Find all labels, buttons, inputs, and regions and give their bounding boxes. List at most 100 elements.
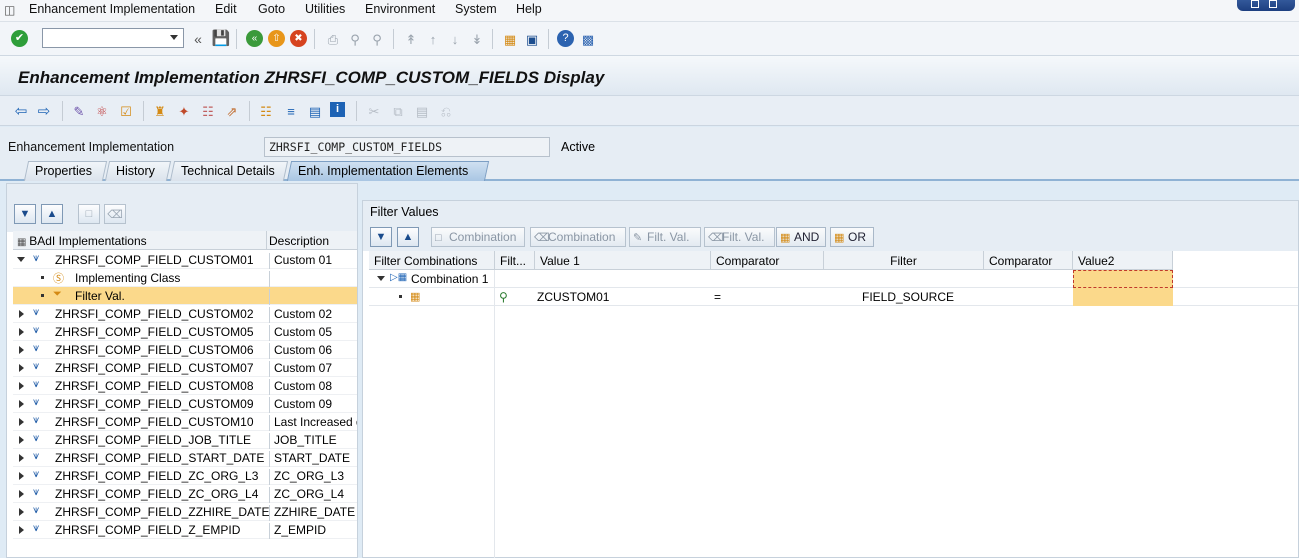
tree-node-badi[interactable]: ⩛ ZHRSFI_COMP_FIELD_CUSTOM09 Custom 09 — [13, 395, 357, 413]
create-button[interactable]: □ — [78, 204, 100, 224]
shortcut-icon[interactable]: ▣ — [523, 30, 541, 48]
hierarchy-icon[interactable]: ☷ — [257, 102, 275, 120]
find-icon[interactable]: ⚲ — [346, 30, 364, 48]
next-page-icon[interactable]: ↓ — [446, 30, 464, 48]
collapse-command-icon[interactable]: « — [189, 30, 207, 48]
menu-goto[interactable]: Goto — [258, 2, 285, 16]
chevron-right-icon[interactable] — [19, 382, 24, 390]
cut-icon[interactable]: ✂ — [365, 102, 383, 120]
cancel-icon[interactable]: ✖ — [290, 30, 307, 47]
arrow-right-icon[interactable]: ⇨ — [35, 102, 53, 120]
menu-help[interactable]: Help — [516, 2, 542, 16]
command-field[interactable] — [42, 28, 184, 48]
chevron-right-icon[interactable] — [19, 436, 24, 444]
window-controls[interactable] — [1237, 0, 1295, 11]
undo-icon[interactable]: ⎌ — [437, 102, 455, 120]
tab-properties[interactable]: Properties — [23, 161, 108, 181]
system-menu-icon[interactable]: ◫ — [4, 3, 18, 17]
expand-all-button[interactable]: ▼ — [370, 227, 392, 247]
tree-node-badi[interactable]: ⩛ ZHRSFI_COMP_FIELD_JOB_TITLE JOB_TITLE — [13, 431, 357, 449]
menu-edit[interactable]: Edit — [215, 2, 237, 16]
chevron-down-icon[interactable] — [17, 257, 25, 262]
display-change-icon[interactable]: ✎ — [70, 102, 88, 120]
tree-node-badi[interactable]: ⩛ ZHRSFI_COMP_FIELD_CUSTOM08 Custom 08 — [13, 377, 357, 395]
collapse-all-button[interactable]: ▲ — [397, 227, 419, 247]
chevron-right-icon[interactable] — [19, 310, 24, 318]
layout-menu-icon[interactable]: ▩ — [579, 30, 597, 48]
other-object-icon[interactable]: ⚛ — [93, 102, 111, 120]
edit-filter-value-button[interactable]: ✎ Filt. Val. — [629, 227, 701, 247]
tree-node-badi[interactable]: ⩛ ZHRSFI_COMP_FIELD_CUSTOM01 Custom 01 — [13, 251, 357, 269]
and-button[interactable]: ▦ AND — [776, 227, 826, 247]
navigate-icon[interactable]: ⇗ — [223, 102, 241, 120]
tree-node-badi[interactable]: ⩛ ZHRSFI_COMP_FIELD_CUSTOM05 Custom 05 — [13, 323, 357, 341]
column-header-filter-combinations[interactable]: Filter Combinations — [369, 251, 495, 270]
chevron-down-icon[interactable] — [377, 276, 385, 281]
chevron-right-icon[interactable] — [19, 526, 24, 534]
activate-icon[interactable]: ♜ — [151, 102, 169, 120]
menu-utilities[interactable]: Utilities — [305, 2, 345, 16]
last-page-icon[interactable]: ↡ — [468, 30, 486, 48]
enhancement-implementation-field[interactable]: ZHRSFI_COMP_CUSTOM_FIELDS — [264, 137, 550, 157]
copy-icon[interactable]: ⧉ — [389, 102, 407, 120]
tree-node-badi[interactable]: ⩛ ZHRSFI_COMP_FIELD_CUSTOM06 Custom 06 — [13, 341, 357, 359]
align-icon[interactable]: ≡ — [282, 102, 300, 120]
filter-cell[interactable]: FIELD_SOURCE — [862, 290, 954, 304]
chevron-right-icon[interactable] — [19, 508, 24, 516]
table-icon[interactable]: ▤ — [306, 102, 324, 120]
tab-enh-implementation-elements[interactable]: Enh. Implementation Elements — [286, 161, 490, 181]
chevron-down-icon[interactable] — [170, 35, 178, 40]
collapse-all-button[interactable]: ▲ — [41, 204, 63, 224]
chevron-right-icon[interactable] — [19, 418, 24, 426]
find-next-icon[interactable]: ⚲ — [368, 30, 386, 48]
help-icon[interactable]: ? — [557, 30, 574, 47]
create-combination-button[interactable]: □ Combination — [431, 227, 525, 247]
search-filter-icon[interactable]: ⚲ — [499, 290, 508, 304]
expand-all-button[interactable]: ▼ — [14, 204, 36, 224]
tree-node-child[interactable]: ⏷ Filter Val. — [13, 287, 357, 305]
enter-icon[interactable]: ✔ — [11, 30, 28, 47]
tree-node-badi[interactable]: ⩛ ZHRSFI_COMP_FIELD_CUSTOM10 Last Increase… — [13, 413, 357, 431]
chevron-right-icon[interactable] — [19, 346, 24, 354]
check-icon[interactable]: ☑ — [117, 102, 135, 120]
maximize-icon[interactable] — [1269, 0, 1277, 8]
chevron-right-icon[interactable] — [19, 472, 24, 480]
filter-value-row[interactable]: ▦ ⚲ ZCUSTOM01 = FIELD_SOURCE — [369, 288, 1298, 306]
previous-page-icon[interactable]: ↑ — [424, 30, 442, 48]
value2-cell-focused[interactable] — [1073, 270, 1173, 288]
column-header-value1[interactable]: Value 1 — [535, 251, 711, 270]
column-header-badi-implementations[interactable]: ▦ BAdI Implementations — [13, 231, 267, 250]
chevron-right-icon[interactable] — [19, 400, 24, 408]
print-icon[interactable]: ⎙ — [324, 30, 342, 48]
exit-icon[interactable]: ⇧ — [268, 30, 285, 47]
column-header-comparator[interactable]: Comparator — [711, 251, 824, 270]
tree-node-badi[interactable]: ⩛ ZHRSFI_COMP_FIELD_Z_EMPID Z_EMPID — [13, 521, 357, 539]
value1-cell[interactable]: ZCUSTOM01 — [537, 290, 609, 304]
back-icon[interactable]: « — [246, 30, 263, 47]
save-icon[interactable]: 💾 — [212, 29, 231, 47]
delete-combination-button[interactable]: ⌫Combination — [530, 227, 626, 247]
menu-enhancement-implementation[interactable]: Enhancement Implementation — [29, 2, 195, 16]
minimize-icon[interactable] — [1251, 0, 1259, 8]
menu-environment[interactable]: Environment — [365, 2, 435, 16]
column-header-comparator2[interactable]: Comparator — [984, 251, 1073, 270]
chevron-right-icon[interactable] — [19, 490, 24, 498]
tab-technical-details[interactable]: Technical Details — [169, 161, 289, 181]
delete-button[interactable]: ⌫ — [104, 204, 126, 224]
chevron-right-icon[interactable] — [19, 328, 24, 336]
column-header-value2[interactable]: Value2 — [1073, 251, 1173, 270]
combination-row[interactable]: ▷▦ Combination 1 — [369, 270, 1298, 288]
tree-node-badi[interactable]: ⩛ ZHRSFI_COMP_FIELD_ZC_ORG_L3 ZC_ORG_L3 — [13, 467, 357, 485]
tab-history[interactable]: History — [104, 161, 172, 181]
new-session-icon[interactable]: ▦ — [501, 30, 519, 48]
tree-node-badi[interactable]: ⩛ ZHRSFI_COMP_FIELD_START_DATE START_DATE — [13, 449, 357, 467]
comparator-cell[interactable]: = — [714, 290, 721, 304]
arrow-left-icon[interactable]: ⇦ — [12, 102, 30, 120]
tree-node-badi[interactable]: ⩛ ZHRSFI_COMP_FIELD_CUSTOM02 Custom 02 — [13, 305, 357, 323]
first-page-icon[interactable]: ↟ — [402, 30, 420, 48]
where-used-icon[interactable]: ☷ — [199, 102, 217, 120]
tree-node-child[interactable]: Ⓢ Implementing Class — [13, 269, 357, 287]
tree-node-badi[interactable]: ⩛ ZHRSFI_COMP_FIELD_ZZHIRE_DATE ZZHIRE_DAT… — [13, 503, 357, 521]
or-button[interactable]: ▦ OR — [830, 227, 874, 247]
column-header-filter-name[interactable]: Filter — [824, 251, 984, 270]
